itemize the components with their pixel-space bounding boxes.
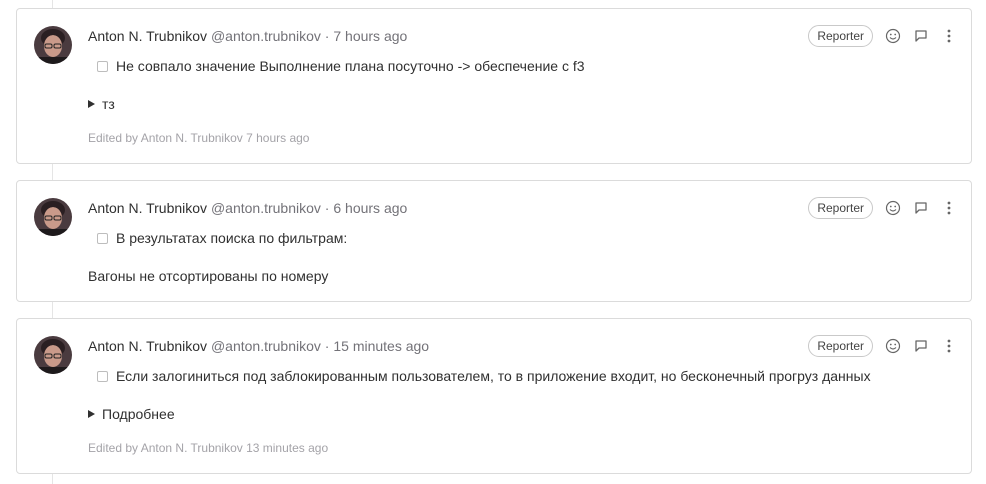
comment-icon[interactable]	[913, 28, 929, 44]
avatar[interactable]	[34, 336, 72, 374]
separator: ·	[324, 338, 330, 354]
more-vertical-icon[interactable]	[941, 338, 957, 354]
note-card: Anton N. Trubnikov @anton.trubnikov · 6 …	[16, 180, 972, 302]
author-name[interactable]: Anton N. Trubnikov	[88, 200, 207, 216]
details-toggle[interactable]: Подробнее	[88, 405, 175, 423]
task-checkbox[interactable]	[97, 60, 108, 72]
disclosure-triangle-icon	[88, 100, 95, 108]
timestamp[interactable]: 6 hours ago	[333, 200, 407, 216]
role-badge: Reporter	[808, 25, 873, 47]
details-toggle[interactable]: тз	[88, 95, 115, 113]
timestamp[interactable]: 15 minutes ago	[333, 338, 429, 354]
task-item: В результатах поиска по фильтрам:	[97, 229, 347, 247]
smiley-icon[interactable]	[885, 338, 901, 354]
author-handle[interactable]: @anton.trubnikov	[211, 338, 321, 354]
author-name[interactable]: Anton N. Trubnikov	[88, 28, 207, 44]
task-item: Не совпало значение Выполнение плана пос…	[97, 57, 585, 75]
separator: ·	[324, 28, 330, 44]
details-summary: Подробнее	[102, 406, 175, 422]
task-checkbox[interactable]	[97, 232, 108, 244]
author-name[interactable]: Anton N. Trubnikov	[88, 338, 207, 354]
details-summary: тз	[102, 96, 115, 112]
note-actions: Reporter	[808, 25, 957, 47]
task-text: Не совпало значение Выполнение плана пос…	[116, 58, 585, 74]
author-handle[interactable]: @anton.trubnikov	[211, 28, 321, 44]
avatar[interactable]	[34, 198, 72, 236]
more-vertical-icon[interactable]	[941, 28, 957, 44]
task-text: В результатах поиска по фильтрам:	[116, 230, 348, 246]
note-header: Anton N. Trubnikov @anton.trubnikov · 6 …	[88, 199, 407, 217]
timestamp[interactable]: 7 hours ago	[333, 28, 407, 44]
note-actions: Reporter	[808, 335, 957, 357]
comment-icon[interactable]	[913, 200, 929, 216]
role-badge: Reporter	[808, 335, 873, 357]
more-vertical-icon[interactable]	[941, 200, 957, 216]
task-text: Если залогиниться под заблокированным по…	[116, 368, 871, 384]
smiley-icon[interactable]	[885, 200, 901, 216]
note-card: Anton N. Trubnikov @anton.trubnikov · 15…	[16, 318, 972, 474]
avatar[interactable]	[34, 26, 72, 64]
note-actions: Reporter	[808, 197, 957, 219]
comment-icon[interactable]	[913, 338, 929, 354]
role-badge: Reporter	[808, 197, 873, 219]
task-checkbox[interactable]	[97, 370, 108, 382]
note-body-text: Вагоны не отсортированы по номеру	[88, 268, 329, 284]
edited-info: Edited by Anton N. Trubnikov 13 minutes …	[88, 441, 329, 455]
disclosure-triangle-icon	[88, 410, 95, 418]
note-header: Anton N. Trubnikov @anton.trubnikov · 7 …	[88, 27, 407, 45]
author-handle[interactable]: @anton.trubnikov	[211, 200, 321, 216]
note-card: Anton N. Trubnikov @anton.trubnikov · 7 …	[16, 8, 972, 164]
separator: ·	[324, 200, 330, 216]
task-item: Если залогиниться под заблокированным по…	[97, 367, 871, 385]
edited-info: Edited by Anton N. Trubnikov 7 hours ago	[88, 131, 310, 145]
note-header: Anton N. Trubnikov @anton.trubnikov · 15…	[88, 337, 429, 355]
smiley-icon[interactable]	[885, 28, 901, 44]
